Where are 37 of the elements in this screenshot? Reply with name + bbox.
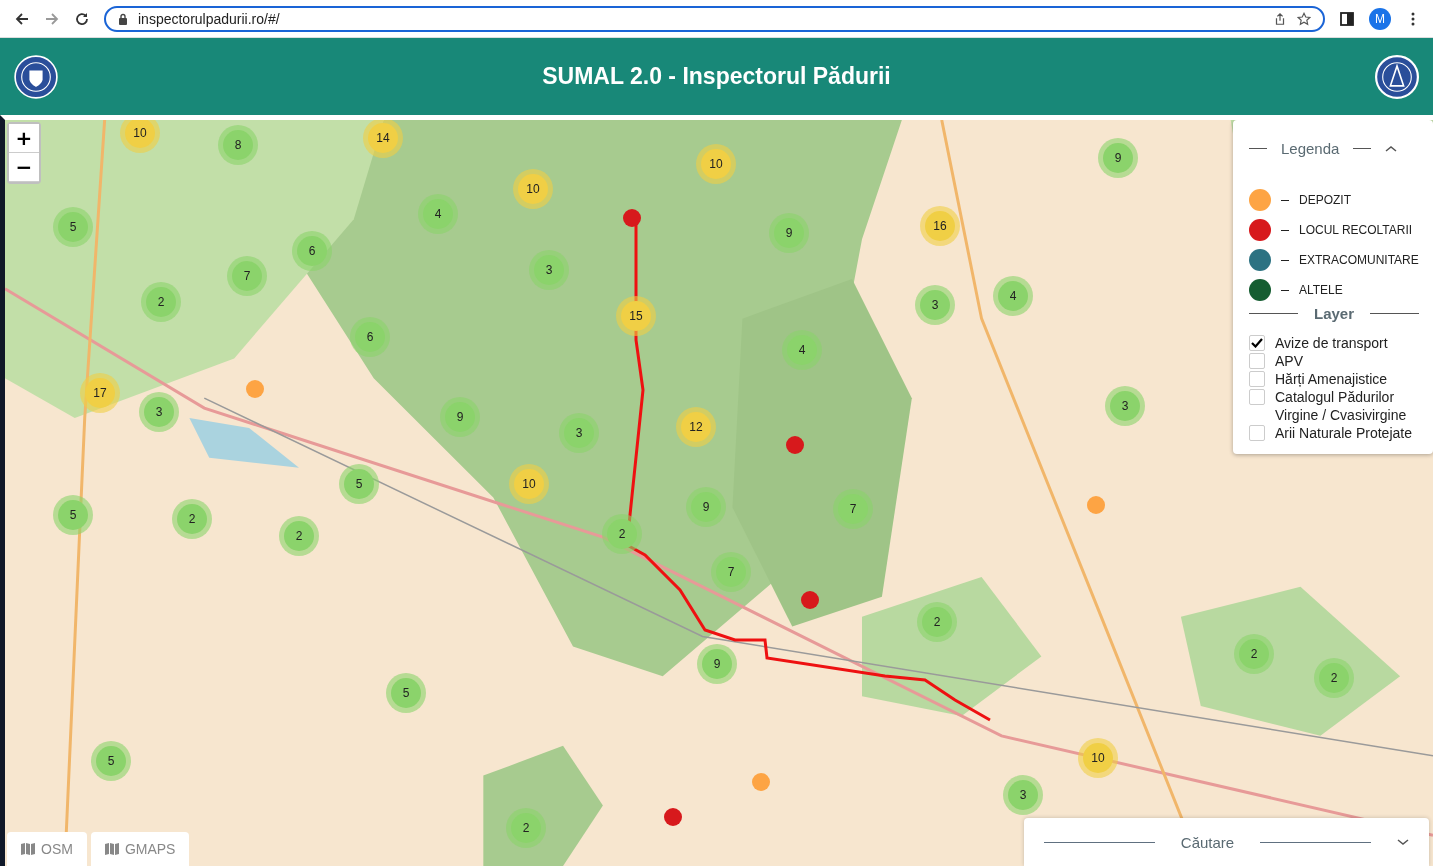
layer-checkbox[interactable]: [1249, 371, 1265, 387]
legend-label: EXTRACOMUNITARE: [1299, 253, 1419, 267]
map-icon: [21, 843, 35, 855]
map-icon: [104, 843, 119, 855]
share-icon[interactable]: [1273, 11, 1287, 26]
layer-label: Avize de transport: [1275, 334, 1388, 352]
emblem-icon: [14, 54, 58, 99]
legend-label: DEPOZIT: [1299, 193, 1351, 207]
layer-title: Layer: [1314, 305, 1354, 322]
profile-avatar[interactable]: M: [1369, 7, 1391, 30]
layer-label: Arii Naturale Protejate: [1275, 424, 1412, 442]
search-title: Căutare: [1180, 833, 1235, 851]
layer-label: APV: [1275, 352, 1303, 370]
zoom-in-button[interactable]: +: [9, 124, 39, 153]
forward-icon[interactable]: [44, 10, 60, 27]
url-text: inspectorulpadurii.ro/#/: [138, 10, 280, 27]
chevron-icon[interactable]: [1385, 144, 1398, 153]
layer-checkbox[interactable]: [1249, 353, 1265, 369]
layer-label: Hărți Amenajistice: [1275, 370, 1388, 388]
emblem-icon: [1375, 54, 1419, 99]
reload-icon[interactable]: [74, 10, 90, 27]
address-bar[interactable]: inspectorulpadurii.ro/#/: [104, 5, 1325, 32]
legend-label: ALTELE: [1299, 283, 1343, 297]
lock-icon: [118, 12, 128, 25]
layer-checkbox[interactable]: [1249, 335, 1265, 351]
layer-label: Catalogul Pădurilor Virgine / Cvasivirgine: [1275, 388, 1408, 424]
legend-label: LOCUL RECOLTARII: [1299, 223, 1413, 237]
chevron-icon[interactable]: [1397, 838, 1409, 846]
base-layer-button[interactable]: OSM: [7, 832, 87, 866]
star-icon[interactable]: [1297, 11, 1311, 26]
app-title: SUMAL 2.0 - Inspectorul Pădurii: [542, 63, 891, 90]
sidebar-icon[interactable]: [1339, 10, 1355, 27]
base-layer-button[interactable]: GMAPS: [90, 832, 190, 866]
legend-title: Legenda: [1281, 140, 1340, 157]
back-icon[interactable]: [14, 10, 30, 27]
layer-checkbox[interactable]: [1249, 425, 1265, 441]
layer-checkbox[interactable]: [1249, 389, 1265, 405]
